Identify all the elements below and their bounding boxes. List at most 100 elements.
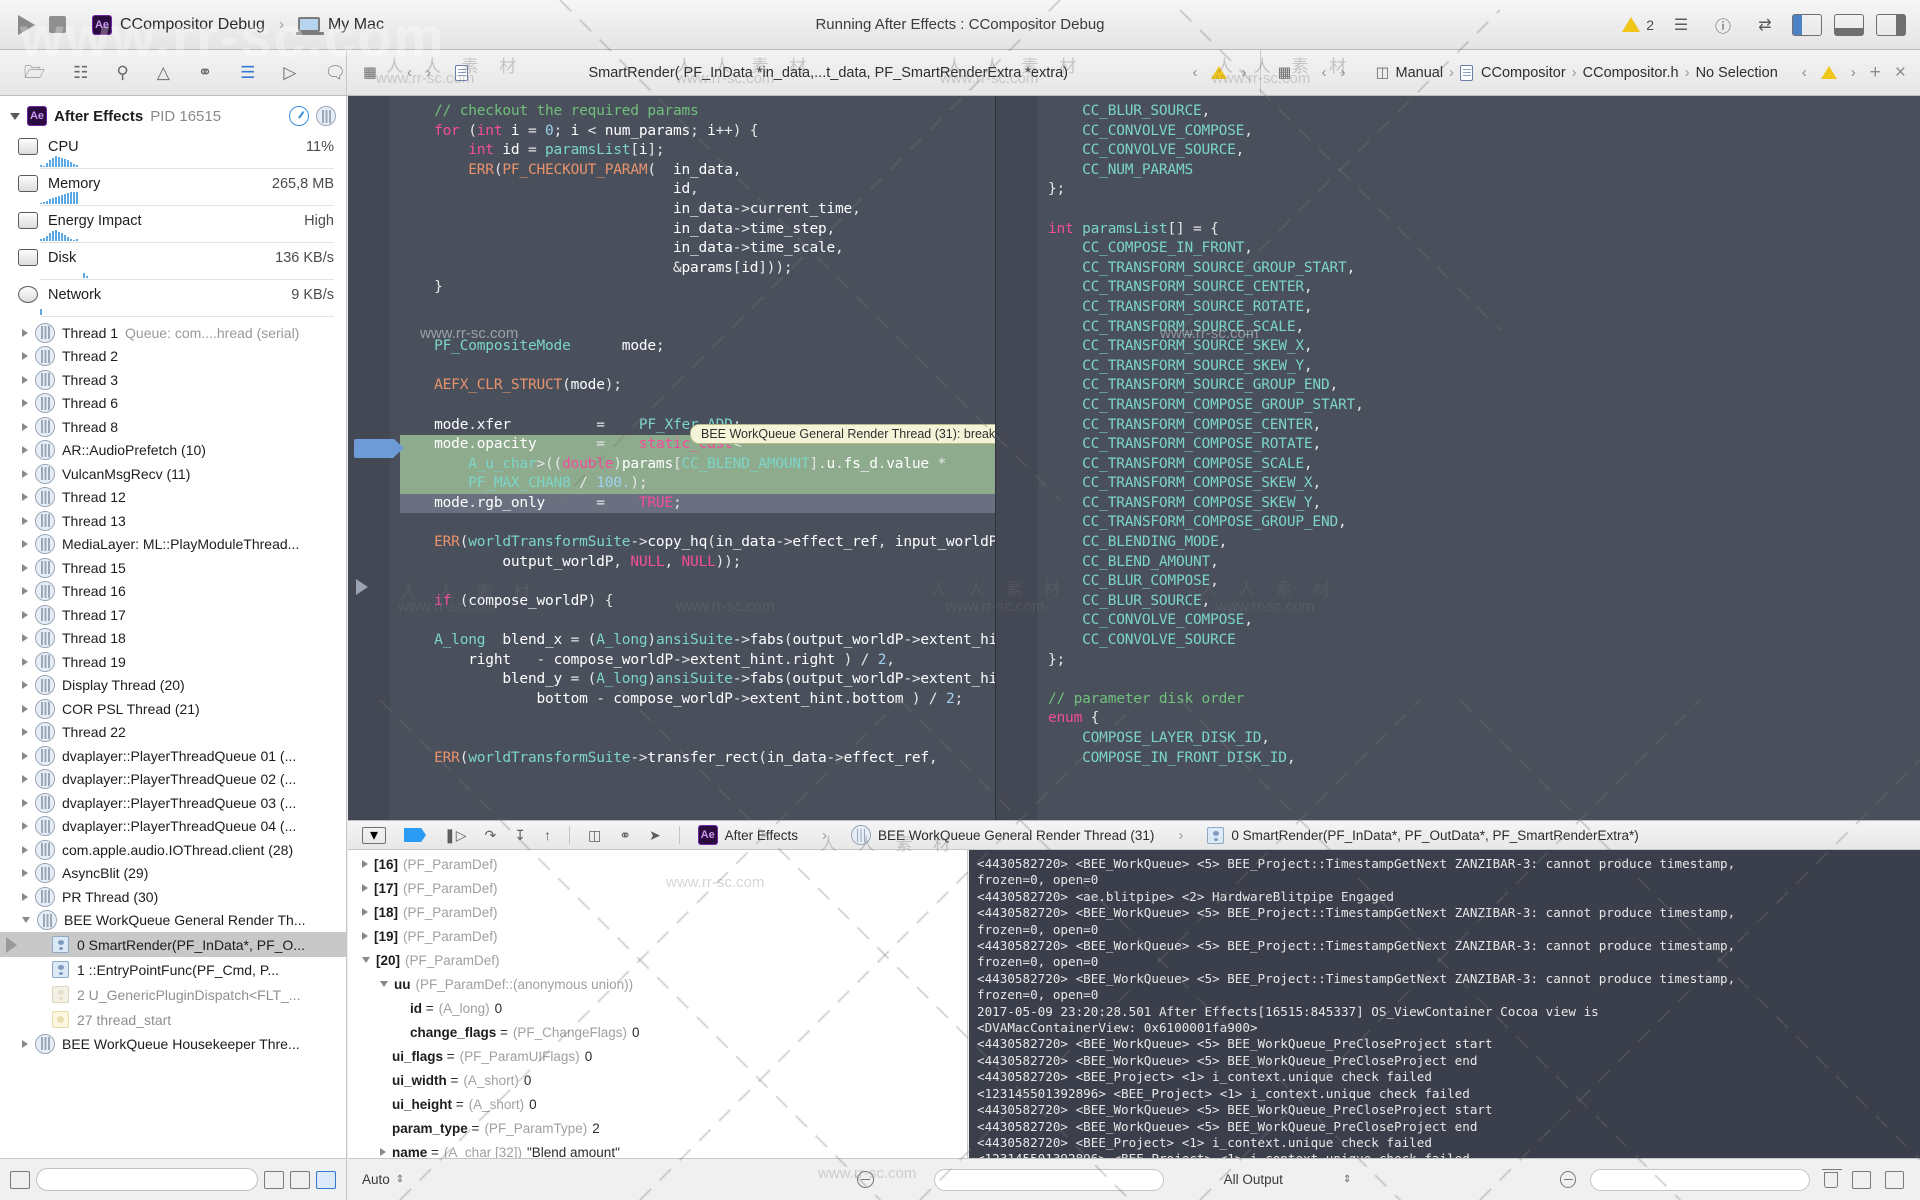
- thread-row[interactable]: Thread 8: [0, 415, 346, 439]
- thread-row[interactable]: Thread 13: [0, 509, 346, 533]
- thread-row[interactable]: MediaLayer: ML::PlayModuleThread...: [0, 533, 346, 557]
- variable-row[interactable]: [19] (PF_ParamDef): [348, 924, 967, 948]
- thread-row[interactable]: Thread 3: [0, 368, 346, 392]
- jumpbar-right-seg-0[interactable]: Manual: [1395, 65, 1443, 81]
- disclosure-triangle-icon[interactable]: [380, 981, 388, 987]
- split-console-button[interactable]: [1851, 1170, 1871, 1189]
- comment-icon[interactable]: 🗨: [324, 64, 346, 81]
- add-editor-button[interactable]: +: [1870, 62, 1881, 84]
- gauge-row-energy[interactable]: Energy Impact High: [0, 208, 346, 229]
- variable-row[interactable]: ui_width = (A_short) 0: [348, 1068, 967, 1092]
- thread-row[interactable]: Thread 16: [0, 580, 346, 604]
- step-out-button[interactable]: ↑: [544, 827, 551, 843]
- process-header[interactable]: Ae After Effects PID 16515: [0, 96, 346, 134]
- disclosure-triangle-icon[interactable]: [22, 681, 28, 690]
- stop-button[interactable]: [49, 16, 66, 33]
- disclosure-triangle-icon[interactable]: [22, 587, 28, 596]
- thread-row[interactable]: Display Thread (20): [0, 674, 346, 698]
- disclosure-triangle-icon[interactable]: [22, 845, 28, 854]
- variable-row[interactable]: ui_height = (A_short) 0: [348, 1092, 967, 1116]
- minus-circle-icon[interactable]: [856, 1171, 874, 1188]
- disclosure-triangle-icon[interactable]: [22, 822, 28, 831]
- filter-by-stack-button[interactable]: [10, 1170, 30, 1189]
- disclosure-triangle-icon[interactable]: [22, 469, 28, 478]
- disclosure-triangle-icon[interactable]: [22, 657, 28, 666]
- variable-row[interactable]: [20] (PF_ParamDef): [348, 948, 967, 972]
- debug-frame-selector[interactable]: 0 SmartRender(PF_InData*, PF_OutData*, P…: [1207, 826, 1639, 844]
- editor-gutter-left[interactable]: [348, 96, 390, 820]
- thread-row[interactable]: dvaplayer::PlayerThreadQueue 02 (...: [0, 768, 346, 792]
- thread-row[interactable]: dvaplayer::PlayerThreadQueue 01 (...: [0, 744, 346, 768]
- forward-button-3[interactable]: ›: [1340, 64, 1345, 81]
- disclosure-triangle-icon[interactable]: [22, 610, 28, 619]
- show-only-running-button[interactable]: [290, 1170, 310, 1189]
- simulate-location-button[interactable]: ➤: [649, 827, 661, 844]
- jumpbar-right-seg-1[interactable]: CCompositor: [1481, 65, 1566, 81]
- thread-row[interactable]: Thread 2: [0, 345, 346, 369]
- navigator-filter-input[interactable]: [36, 1168, 258, 1191]
- disclosure-triangle-icon[interactable]: [22, 493, 28, 502]
- disclosure-triangle-icon[interactable]: [22, 775, 28, 784]
- thread-row[interactable]: PR Thread (30): [0, 885, 346, 909]
- tag-icon[interactable]: ▷: [283, 64, 296, 81]
- show-debug-info-button[interactable]: [316, 1170, 336, 1189]
- scheme-selector[interactable]: Ae CCompositor Debug › My Mac: [92, 14, 384, 35]
- disclosure-triangle-icon[interactable]: [362, 957, 370, 963]
- thread-row-selected[interactable]: BEE WorkQueue General Render Th...: [0, 909, 346, 933]
- help-icon[interactable]: ⓘ: [1708, 13, 1738, 37]
- issue-counter[interactable]: 2: [1622, 17, 1654, 33]
- view-hierarchy-button[interactable]: ◫: [588, 827, 601, 844]
- memory-graph-button[interactable]: ⚭: [619, 827, 631, 844]
- disclosure-triangle-icon[interactable]: [22, 892, 28, 901]
- minus-circle-icon-2[interactable]: [1559, 1171, 1577, 1188]
- debug-process-selector[interactable]: Ae After Effects: [697, 825, 798, 845]
- variable-row[interactable]: ui_flags = (PF_ParamUIFlags) 0: [348, 1044, 967, 1068]
- disclosure-triangle-icon[interactable]: [22, 751, 28, 760]
- disclosure-triangle-icon[interactable]: [362, 884, 368, 892]
- gauge-row-memory[interactable]: Memory 265,8 MB: [0, 171, 346, 192]
- disclosure-triangle-icon[interactable]: [22, 1039, 28, 1048]
- warning-icon[interactable]: △: [157, 64, 170, 81]
- disclosure-triangle-icon[interactable]: [22, 422, 28, 431]
- thread-row[interactable]: com.apple.audio.IOThread.client (28): [0, 838, 346, 862]
- warning-triangle-icon-2[interactable]: [1211, 66, 1228, 79]
- variable-row[interactable]: id = (A_long) 0: [348, 996, 967, 1020]
- stack-frame-row[interactable]: 0 SmartRender(PF_InData*, PF_O...: [0, 932, 346, 957]
- debug-navigator[interactable]: Ae After Effects PID 16515 CPU 11% Memor…: [0, 96, 347, 1158]
- variable-row[interactable]: uu (PF_ParamDef::(anonymous union)): [348, 972, 967, 996]
- thread-row[interactable]: AsyncBlit (29): [0, 862, 346, 886]
- thread-row[interactable]: Thread 1 Queue: com....hread (serial): [0, 321, 346, 345]
- console-output[interactable]: <4430582720> <BEE_WorkQueue> <5> BEE_Pro…: [969, 850, 1920, 1158]
- thread-row[interactable]: dvaplayer::PlayerThreadQueue 03 (...: [0, 791, 346, 815]
- variables-filter-input[interactable]: [933, 1168, 1164, 1191]
- disclosure-triangle-icon[interactable]: [22, 446, 28, 455]
- continue-button[interactable]: ❚▷: [444, 827, 467, 844]
- variables-scope-selector[interactable]: Auto ⇕: [348, 1172, 648, 1187]
- swap-icon[interactable]: ⇄: [1750, 13, 1780, 37]
- breakpoints-toggle-icon[interactable]: [404, 828, 426, 842]
- thread-row[interactable]: VulcanMsgRecv (11): [0, 462, 346, 486]
- primary-editor[interactable]: // checkout the required params for (int…: [348, 96, 996, 820]
- list-view-icon[interactable]: ☰: [1666, 13, 1696, 37]
- toggle-inspector-button[interactable]: [1876, 13, 1906, 36]
- disclosure-triangle-icon[interactable]: [22, 869, 28, 878]
- breakpoint-icon[interactable]: ☰: [240, 64, 255, 81]
- disclosure-triangle-icon[interactable]: [22, 328, 28, 337]
- debug-thread-selector[interactable]: BEE WorkQueue General Render Thread (31): [850, 825, 1154, 845]
- disclosure-triangle-icon[interactable]: [10, 112, 20, 120]
- hierarchy-icon[interactable]: ☷: [73, 64, 88, 81]
- close-editor-button[interactable]: ×: [1895, 62, 1906, 84]
- thread-row[interactable]: AR::AudioPrefetch (10): [0, 439, 346, 463]
- disclosure-triangle-icon[interactable]: [22, 704, 28, 713]
- folder-icon[interactable]: 🗁: [24, 64, 45, 81]
- thread-row[interactable]: Thread 17: [0, 603, 346, 627]
- variable-row[interactable]: [18] (PF_ParamDef): [348, 900, 967, 924]
- thread-view-icon[interactable]: [316, 106, 336, 126]
- variable-row[interactable]: [17] (PF_ParamDef): [348, 876, 967, 900]
- disclosure-triangle-icon[interactable]: [22, 917, 30, 924]
- show-console-button[interactable]: [1884, 1170, 1904, 1189]
- jumpbar-right-path[interactable]: ◫ Manual › CCompositor › CCompositor.h ›…: [1359, 50, 1787, 96]
- thread-row[interactable]: Thread 18: [0, 627, 346, 651]
- related-items-button-right[interactable]: ▦: [1261, 50, 1307, 96]
- forward-button[interactable]: ›: [426, 64, 431, 81]
